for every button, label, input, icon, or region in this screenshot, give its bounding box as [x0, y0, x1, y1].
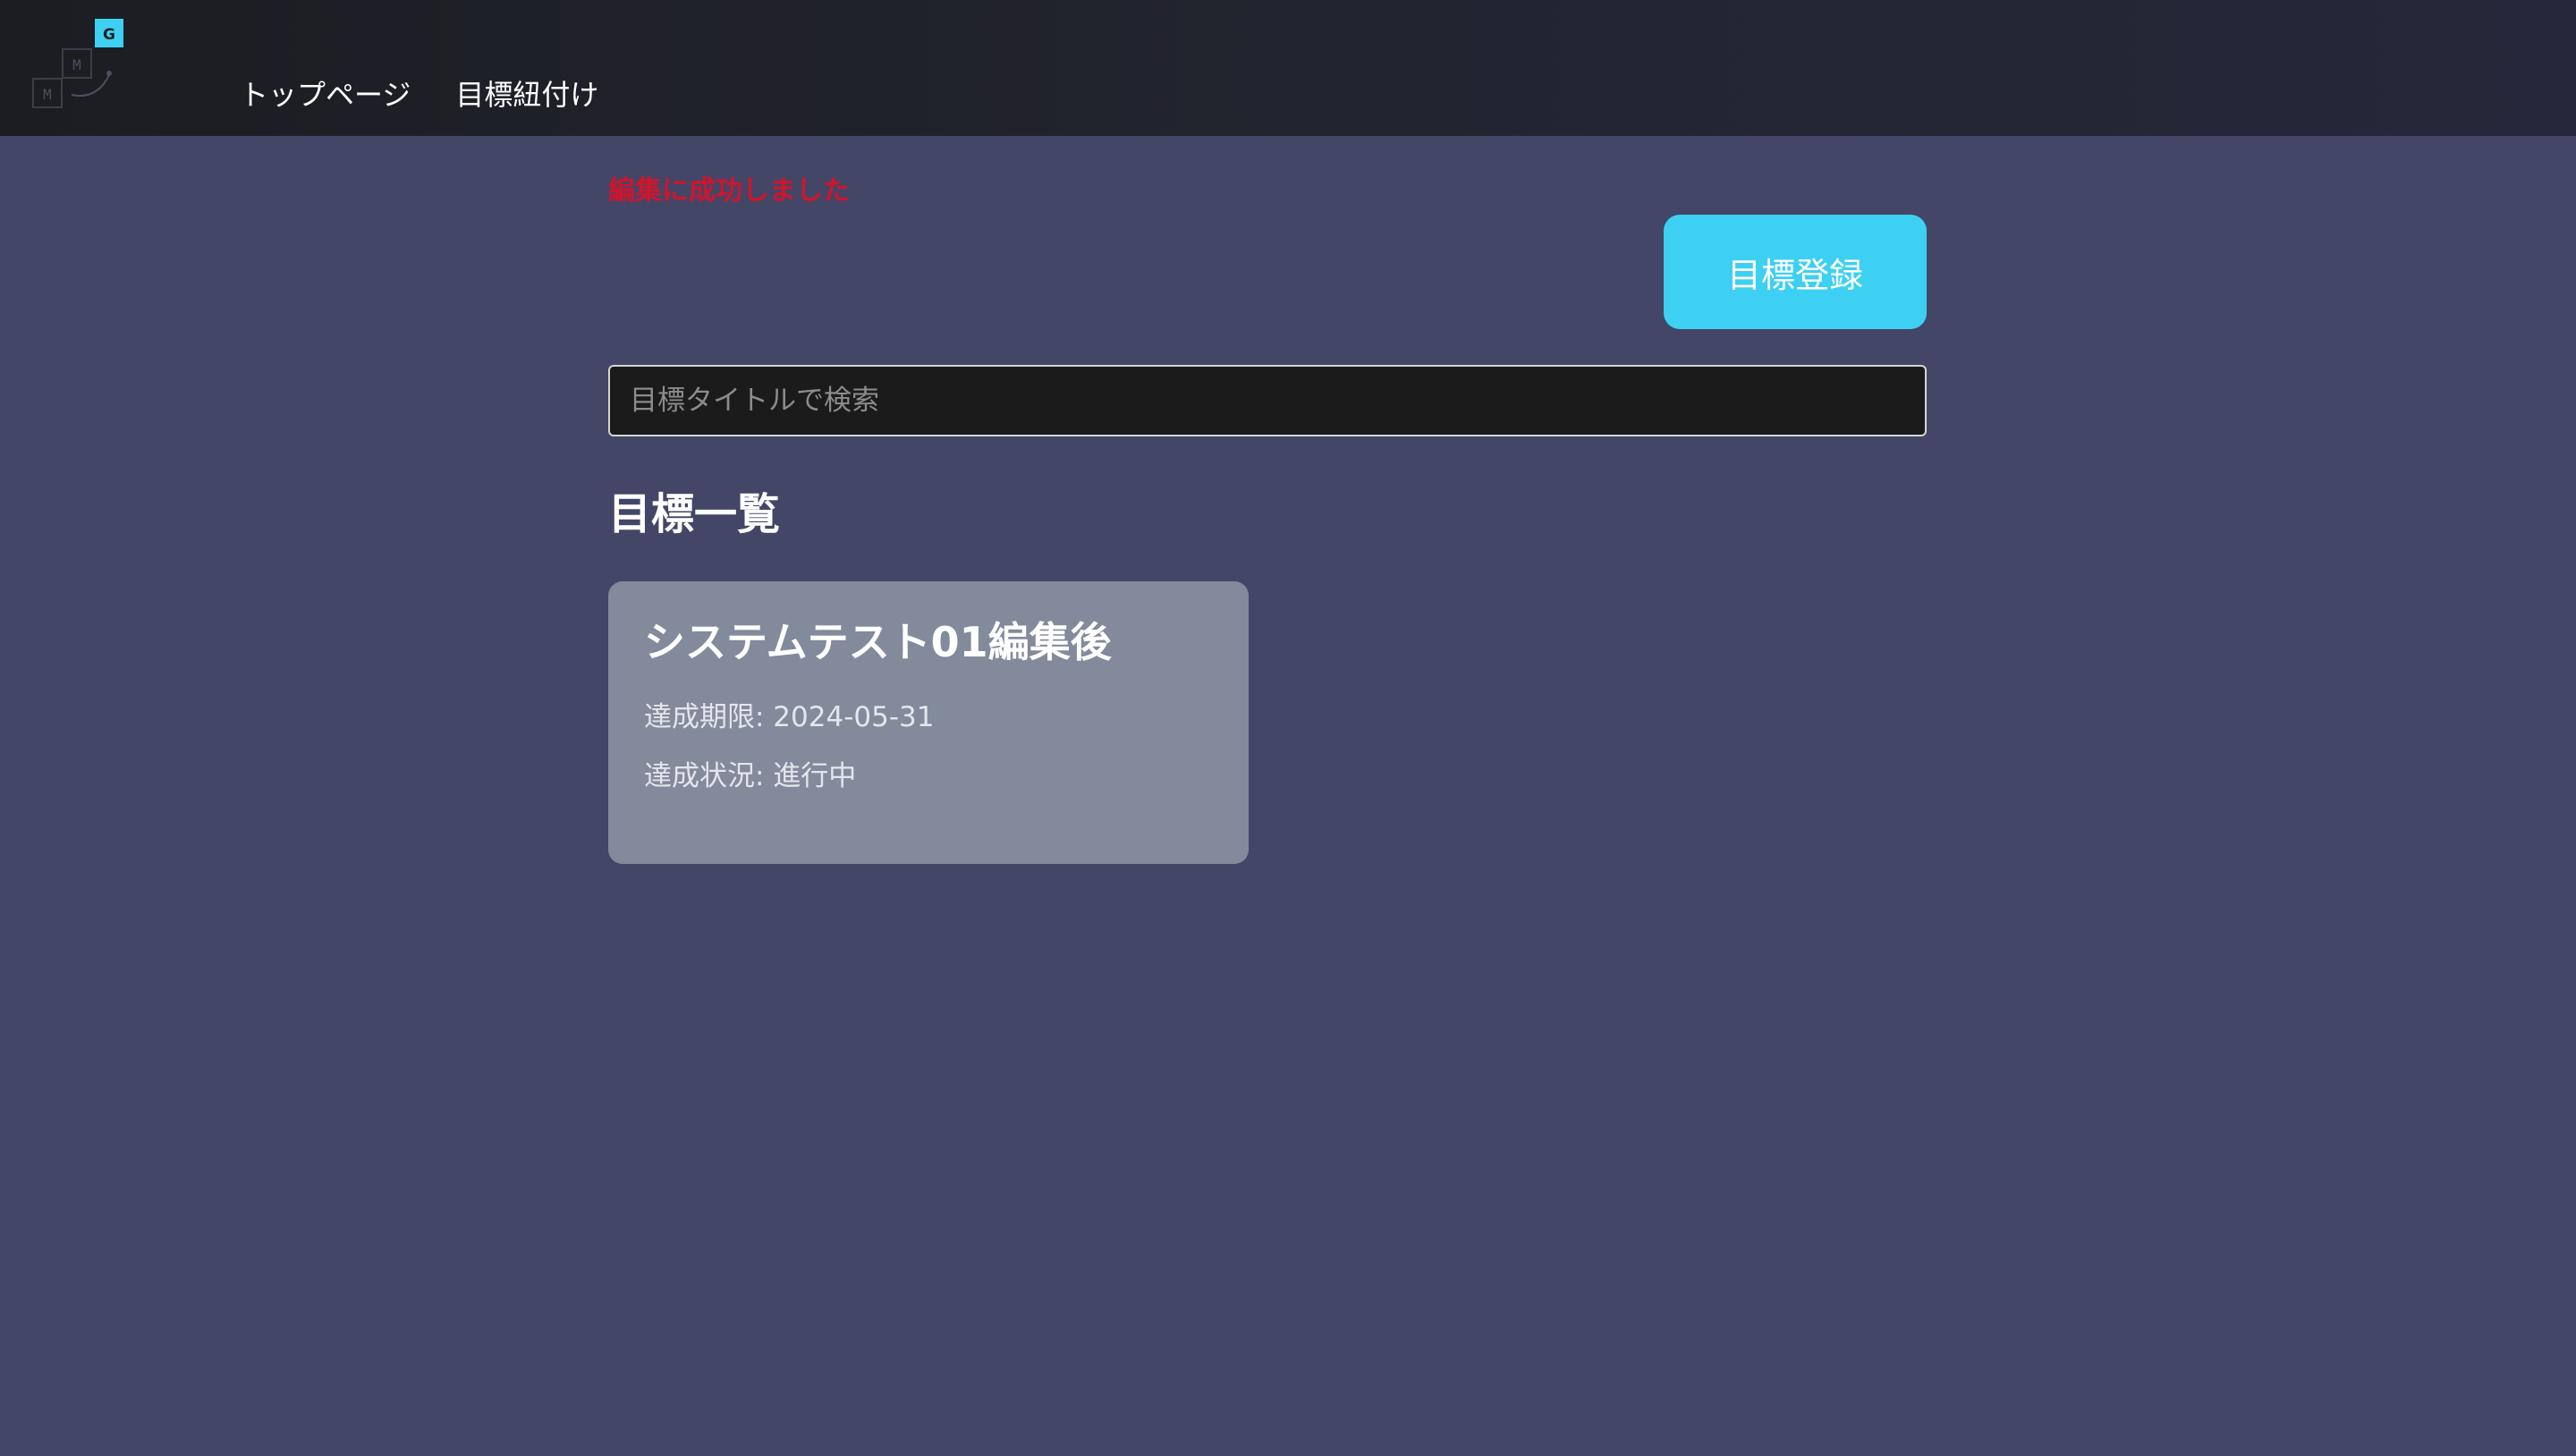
app-header: M M G トップページ 目標紐付け — [0, 0, 2576, 136]
logo-letter-m-middle: M — [72, 56, 81, 73]
goal-card[interactable]: システムテスト01編集後 達成期限: 2024-05-31 達成状況: 進行中 — [608, 581, 1249, 864]
success-message: 編集に成功しました — [608, 175, 850, 207]
main-nav: トップページ 目標紐付け — [240, 70, 598, 120]
goal-card-title: システムテスト01編集後 — [644, 618, 1112, 666]
logo-icon: M M G — [32, 19, 123, 108]
goal-search-input[interactable] — [608, 365, 1927, 436]
logo-letter-m-bottom: M — [43, 86, 52, 103]
goal-card-status: 達成状況: 進行中 — [644, 760, 857, 792]
nav-link-goal-linking[interactable]: 目標紐付け — [455, 70, 598, 120]
goal-list-heading: 目標一覧 — [608, 489, 781, 539]
nav-link-top-page[interactable]: トップページ — [240, 70, 411, 120]
logo-letter-g: G — [103, 26, 115, 44]
app-logo[interactable]: M M G — [32, 16, 127, 111]
goal-card-deadline: 達成期限: 2024-05-31 — [644, 701, 935, 733]
register-goal-button[interactable]: 目標登録 — [1664, 215, 1927, 329]
